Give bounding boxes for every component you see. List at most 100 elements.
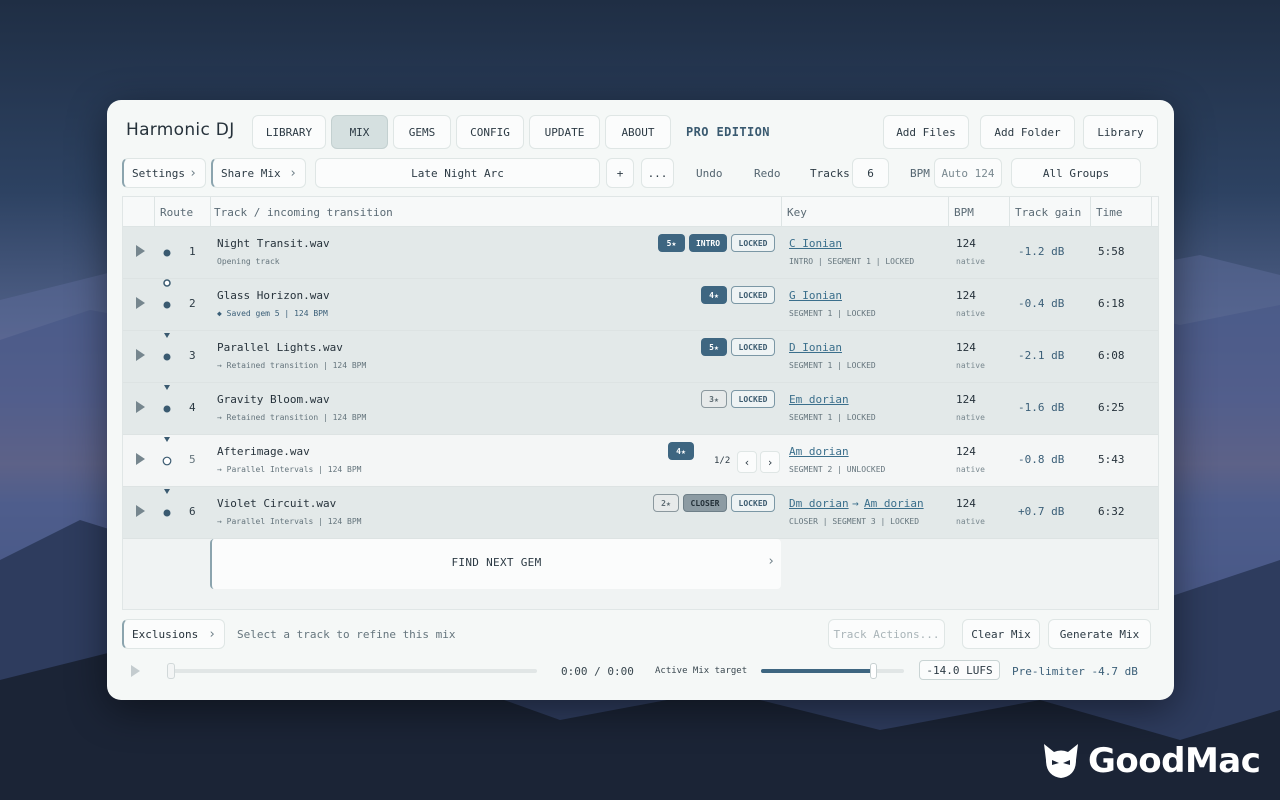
prelimiter-readout: Pre-limiter -4.7 dB [1012,665,1138,678]
lufs-target-field[interactable]: -14.0 LUFS [919,660,1000,680]
edition-label: PRO EDITION [686,125,770,139]
scrubber-handle[interactable] [167,663,175,679]
bpm-label: BPM [910,167,930,180]
play-icon[interactable] [136,349,145,361]
clear-mix-button[interactable]: Clear Mix [962,619,1040,649]
key-link[interactable]: Dm dorian [789,497,849,510]
table-header: Route Track / incoming transition Key BP… [123,197,1158,227]
key-link[interactable]: C Ionian [789,237,842,250]
table-row[interactable]: 1 Night Transit.wav Opening track 5★ INT… [123,227,1158,279]
app-title: Harmonic DJ [126,120,235,140]
table-row[interactable]: 6 Violet Circuit.wav → Parallel Interval… [123,487,1158,539]
table-row[interactable]: 5 Afterimage.wav → Parallel Intervals | … [123,435,1158,487]
target-slider[interactable] [761,669,904,673]
bpm-source: native [956,465,985,474]
locked-badge[interactable]: LOCKED [731,338,775,356]
key-link[interactable]: D Ionian [789,341,842,354]
target-slider-fill [761,669,873,673]
find-next-gem-button[interactable]: FIND NEXT GEM › [210,539,781,589]
share-mix-label: Share Mix [221,166,281,180]
preview-play-icon[interactable] [131,665,140,677]
tab-about[interactable]: ABOUT [605,115,671,149]
app-window: Harmonic DJ LIBRARY MIX GEMS CONFIG UPDA… [107,100,1174,700]
rating-badge: 4★ [701,286,727,304]
route-node-icon [162,437,172,466]
gain-value[interactable]: -1.6 dB [1018,401,1064,414]
bpm-field[interactable]: Auto 124 [934,158,1002,188]
col-track: Track / incoming transition [214,206,393,219]
gain-value[interactable]: -0.4 dB [1018,297,1064,310]
settings-label: Settings [132,166,185,180]
key-info: SEGMENT 1 | LOCKED [789,309,876,318]
bpm-source: native [956,309,985,318]
key-info: SEGMENT 1 | LOCKED [789,413,876,422]
locked-badge[interactable]: LOCKED [731,494,775,512]
play-icon[interactable] [136,245,145,257]
tab-library[interactable]: LIBRARY [252,115,326,149]
play-icon[interactable] [136,401,145,413]
table-row[interactable]: 3 Parallel Lights.wav → Retained transit… [123,331,1158,383]
play-icon[interactable] [136,453,145,465]
rating-badge: 2★ [653,494,679,512]
generate-mix-button[interactable]: Generate Mix [1048,619,1151,649]
key-link[interactable]: Am dorian [789,445,849,458]
col-route: Route [160,206,194,219]
transition-info: → Parallel Intervals | 124 BPM [217,517,362,526]
transition-info: → Parallel Intervals | 124 BPM [217,465,362,474]
key-transition-arrow: → [852,497,859,510]
rating-badge: 4★ [668,442,694,460]
time-value: 6:18 [1098,297,1125,310]
row-number: 1 [189,245,196,258]
timecode: 0:00 / 0:00 [561,665,634,678]
key-link[interactable]: G Ionian [789,289,842,302]
row-number: 5 [189,453,196,466]
intro-badge: INTRO [689,234,727,252]
bpm-value: 124 [956,393,976,406]
exclusions-dropdown[interactable]: Exclusions › [122,619,225,649]
gain-value[interactable]: -0.8 dB [1018,453,1064,466]
locked-badge[interactable]: LOCKED [731,286,775,304]
target-slider-handle[interactable] [869,663,877,679]
table-row[interactable]: 2 Glass Horizon.wav ◆ Saved gem 5 | 124 … [123,279,1158,331]
tracks-count-field[interactable]: 6 [852,158,889,188]
locked-badge[interactable]: LOCKED [731,234,775,252]
table-row[interactable]: 4 Gravity Bloom.wav → Retained transitio… [123,383,1158,435]
library-button[interactable]: Library [1083,115,1158,149]
settings-dropdown[interactable]: Settings › [122,158,206,188]
groups-select[interactable]: All Groups [1011,158,1141,188]
gain-value[interactable]: +0.7 dB [1018,505,1064,518]
gain-value[interactable]: -2.1 dB [1018,349,1064,362]
col-key: Key [787,206,807,219]
key-link-target[interactable]: Am dorian [864,497,924,510]
add-mix-button[interactable]: + [606,158,634,188]
prev-alternative-button[interactable]: ‹ [737,451,757,473]
playback-scrubber[interactable] [167,669,537,673]
tab-mix[interactable]: MIX [331,115,388,149]
track-name: Afterimage.wav [217,445,310,458]
transition-info: ◆ Saved gem 5 | 124 BPM [217,309,328,318]
closer-badge: CLOSER [683,494,727,512]
play-icon[interactable] [136,505,145,517]
next-alternative-button[interactable]: › [760,451,780,473]
add-files-button[interactable]: Add Files [883,115,969,149]
add-folder-button[interactable]: Add Folder [980,115,1075,149]
tab-gems[interactable]: GEMS [393,115,451,149]
gain-value[interactable]: -1.2 dB [1018,245,1064,258]
share-mix-dropdown[interactable]: Share Mix › [211,158,306,188]
key-link[interactable]: Em dorian [789,393,849,406]
col-time: Time [1096,206,1123,219]
tab-config[interactable]: CONFIG [456,115,524,149]
track-actions-button[interactable]: Track Actions... [828,619,945,649]
undo-button[interactable]: Undo [696,167,723,180]
redo-button[interactable]: Redo [754,167,781,180]
bpm-value: 124 [956,237,976,250]
tab-update[interactable]: UPDATE [529,115,600,149]
bpm-value: 124 [956,497,976,510]
more-button[interactable]: ... [641,158,674,188]
mix-name-field[interactable]: Late Night Arc [315,158,600,188]
col-divider [154,197,155,227]
locked-badge[interactable]: LOCKED [731,390,775,408]
play-icon[interactable] [136,297,145,309]
bpm-source: native [956,517,985,526]
chevron-right-icon: › [767,554,775,569]
